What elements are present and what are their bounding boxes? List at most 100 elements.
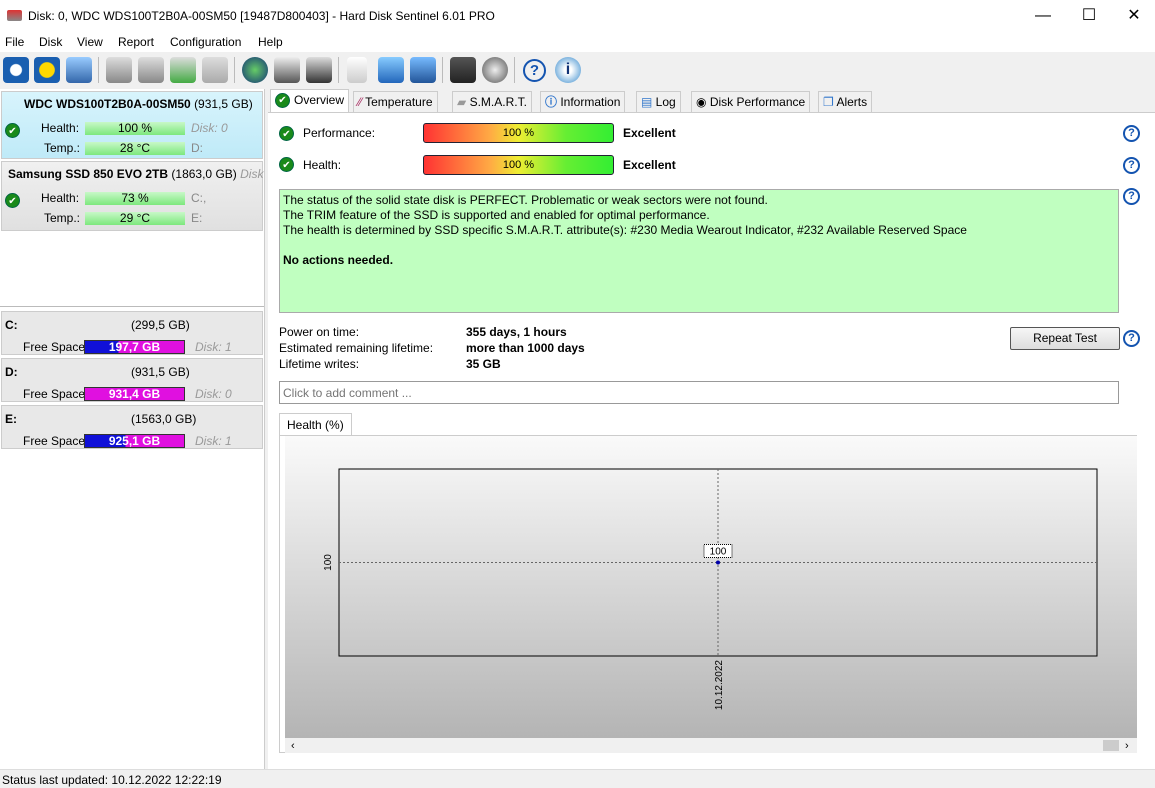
disk-size: (1863,0 GB) xyxy=(171,167,237,181)
tab-health-chart[interactable]: Health (%) xyxy=(279,413,352,436)
server-icon[interactable] xyxy=(306,57,332,83)
tab-label: Disk Performance xyxy=(709,95,806,109)
toolbar: ? i xyxy=(0,53,1155,87)
help-icon[interactable]: ? xyxy=(523,59,546,82)
report-icon[interactable] xyxy=(347,57,367,83)
tab-alerts[interactable]: ❐ Alerts xyxy=(818,91,873,113)
performance-label: Performance: xyxy=(303,126,376,140)
tab-label: Information xyxy=(560,95,621,109)
status-line: The status of the solid state disk is PE… xyxy=(283,193,768,207)
remaining-value: more than 1000 days xyxy=(466,341,585,355)
data-point xyxy=(716,560,720,565)
tab-label: Alerts xyxy=(836,95,868,109)
web-icon[interactable] xyxy=(242,57,268,83)
menu-report[interactable]: Report xyxy=(118,35,154,49)
scroll-left-icon: ‹ xyxy=(291,740,295,752)
temp-bar: 29 °C xyxy=(85,212,185,225)
menu-help[interactable]: Help xyxy=(258,35,283,49)
repeat-test-button[interactable]: Repeat Test xyxy=(1010,327,1120,350)
help-icon[interactable]: ? xyxy=(1123,125,1140,142)
disk-search-icon[interactable] xyxy=(202,57,228,83)
send-icon[interactable] xyxy=(378,57,404,83)
chart-background xyxy=(285,436,1137,738)
tab-disk-performance[interactable]: ◉ Disk Performance xyxy=(691,91,811,113)
drive-letters: D: xyxy=(191,141,203,155)
tab-label: S.M.A.R.T. xyxy=(469,95,527,109)
network-icon[interactable] xyxy=(410,57,436,83)
disk-clock-icon[interactable] xyxy=(138,57,164,83)
health-label: Health: xyxy=(41,191,80,205)
disk-list-pane: WDC WDS100T2B0A-00SM50 (931,5 GB) ✔ Heal… xyxy=(0,89,265,769)
title-bar: Disk: 0, WDC WDS100T2B0A-00SM50 [19487D8… xyxy=(0,0,1155,32)
disk-card-0[interactable]: WDC WDS100T2B0A-00SM50 (931,5 GB) ✔ Heal… xyxy=(1,91,263,159)
temp-label: Temp.: xyxy=(44,141,81,155)
status-line: The TRIM feature of the SSD is supported… xyxy=(283,208,710,222)
tab-information[interactable]: ⓘ Information xyxy=(540,91,626,113)
tab-label: Log xyxy=(655,95,676,109)
chart-container: 100 100 10.12.2022 ‹ › xyxy=(279,435,1137,753)
disk-name: Samsung SSD 850 EVO 2TB xyxy=(8,167,169,181)
tab-label: Temperature xyxy=(365,95,433,109)
disk-number: Disk: 1 xyxy=(195,434,232,448)
speaker-icon[interactable] xyxy=(482,57,508,83)
disk-name: WDC WDS100T2B0A-00SM50 xyxy=(24,97,191,111)
free-space-label: Free Space xyxy=(23,434,86,448)
maximize-button[interactable]: ☐ xyxy=(1066,0,1112,32)
temp-label: Temp.: xyxy=(44,211,81,225)
volume-letter: E: xyxy=(5,412,17,426)
volume-2[interactable]: E: (1563,0 GB) Free Space 925,1 GB Disk:… xyxy=(1,405,263,449)
horizontal-scrollbar xyxy=(285,738,1137,753)
disk-icon[interactable] xyxy=(66,57,92,83)
tab-smart[interactable]: ▰ S.M.A.R.T. xyxy=(452,91,532,113)
remaining-label: Estimated remaining lifetime: xyxy=(279,341,434,355)
volume-letter: D: xyxy=(5,365,18,379)
menu-disk[interactable]: Disk xyxy=(39,35,62,49)
free-space-label: Free Space xyxy=(23,387,86,401)
status-text-box: The status of the solid state disk is PE… xyxy=(279,189,1119,313)
disk-settings-icon[interactable] xyxy=(106,57,132,83)
scrollbar-thumb xyxy=(1103,740,1119,751)
refresh-icon[interactable] xyxy=(3,57,29,83)
volume-size: (299,5 GB) xyxy=(131,318,190,332)
status-action: No actions needed. xyxy=(283,253,394,267)
health-bar: 73 % xyxy=(85,192,185,205)
divider xyxy=(0,306,264,307)
alert-refresh-icon[interactable] xyxy=(34,57,60,83)
help-icon[interactable]: ? xyxy=(1123,188,1140,205)
health-bar: 100 % xyxy=(85,122,185,135)
disk-check-icon[interactable] xyxy=(170,57,196,83)
help-icon[interactable]: ? xyxy=(1123,330,1140,347)
tab-overview[interactable]: ✔ Overview xyxy=(270,89,350,113)
menu-configuration[interactable]: Configuration xyxy=(170,35,241,49)
disk-size: (931,5 GB) xyxy=(194,97,253,111)
health-rating: Excellent xyxy=(623,158,676,172)
tab-log[interactable]: ▤ Log xyxy=(636,91,681,113)
disk-card-1[interactable]: Samsung SSD 850 EVO 2TB (1863,0 GB) Disk… xyxy=(1,161,263,231)
drive-letters: C:, xyxy=(191,191,207,205)
tab-temperature[interactable]: ⁄⁄ Temperature xyxy=(353,91,438,113)
disk-icon: ▰ xyxy=(457,95,470,109)
ok-check-icon: ✔ xyxy=(275,93,290,109)
volume-letter: C: xyxy=(5,318,18,332)
app-icon xyxy=(7,10,22,21)
performance-bar: 100 % xyxy=(423,123,614,143)
health-label: Health: xyxy=(41,121,80,135)
menu-file[interactable]: File xyxy=(5,35,24,49)
ok-check-icon: ✔ xyxy=(5,193,20,208)
disk-print-icon[interactable] xyxy=(274,57,300,83)
info-icon[interactable]: i xyxy=(555,57,581,83)
volume-1[interactable]: D: (931,5 GB) Free Space 931,4 GB Disk: … xyxy=(1,358,263,402)
window-title: Disk: 0, WDC WDS100T2B0A-00SM50 [19487D8… xyxy=(28,9,495,23)
y-tick-label: 100 xyxy=(323,554,334,571)
menu-view[interactable]: View xyxy=(77,35,103,49)
minimize-button[interactable]: — xyxy=(1020,0,1066,32)
monitor-icon[interactable] xyxy=(450,57,476,83)
writes-value: 35 GB xyxy=(466,357,501,371)
performance-rating: Excellent xyxy=(623,126,676,140)
comment-input[interactable] xyxy=(279,381,1119,404)
close-button[interactable]: ✕ xyxy=(1111,0,1155,32)
info-icon: ⓘ xyxy=(545,95,561,109)
help-icon[interactable]: ? xyxy=(1123,157,1140,174)
free-space-bar: 931,4 GB xyxy=(84,387,185,401)
volume-0[interactable]: C: (299,5 GB) Free Space 197,7 GB Disk: … xyxy=(1,311,263,355)
